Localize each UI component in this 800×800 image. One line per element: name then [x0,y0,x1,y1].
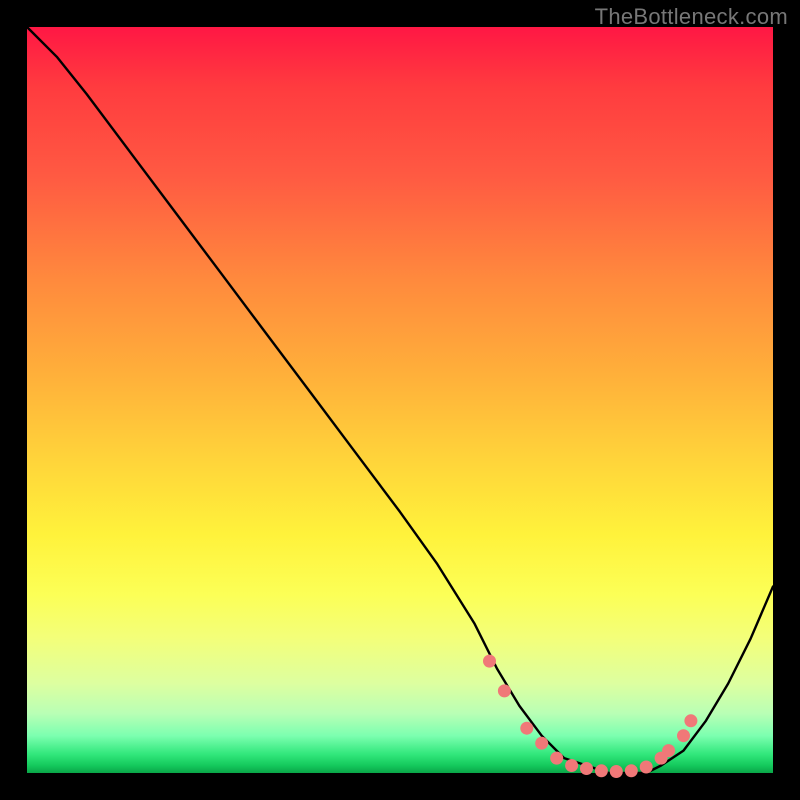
sweet-spot-dot [595,764,608,777]
bottleneck-curve [27,27,773,773]
sweet-spot-dot [565,759,578,772]
sweet-spot-dot [610,765,623,778]
sweet-spot-dot [498,684,511,697]
chart-svg [27,27,773,773]
sweet-spot-dot [483,655,496,668]
sweet-spot-dot [550,752,563,765]
sweet-spot-dot [684,714,697,727]
sweet-spot-dot [677,729,690,742]
plot-area [27,27,773,773]
sweet-spot-dot [625,764,638,777]
sweet-spot-dot [640,761,653,774]
sweet-spot-dot [580,762,593,775]
sweet-spot-dot [535,737,548,750]
chart-frame: TheBottleneck.com [0,0,800,800]
sweet-spot-dot [520,722,533,735]
sweet-spot-dots [483,655,697,778]
watermark-label: TheBottleneck.com [595,4,788,30]
sweet-spot-dot [662,744,675,757]
